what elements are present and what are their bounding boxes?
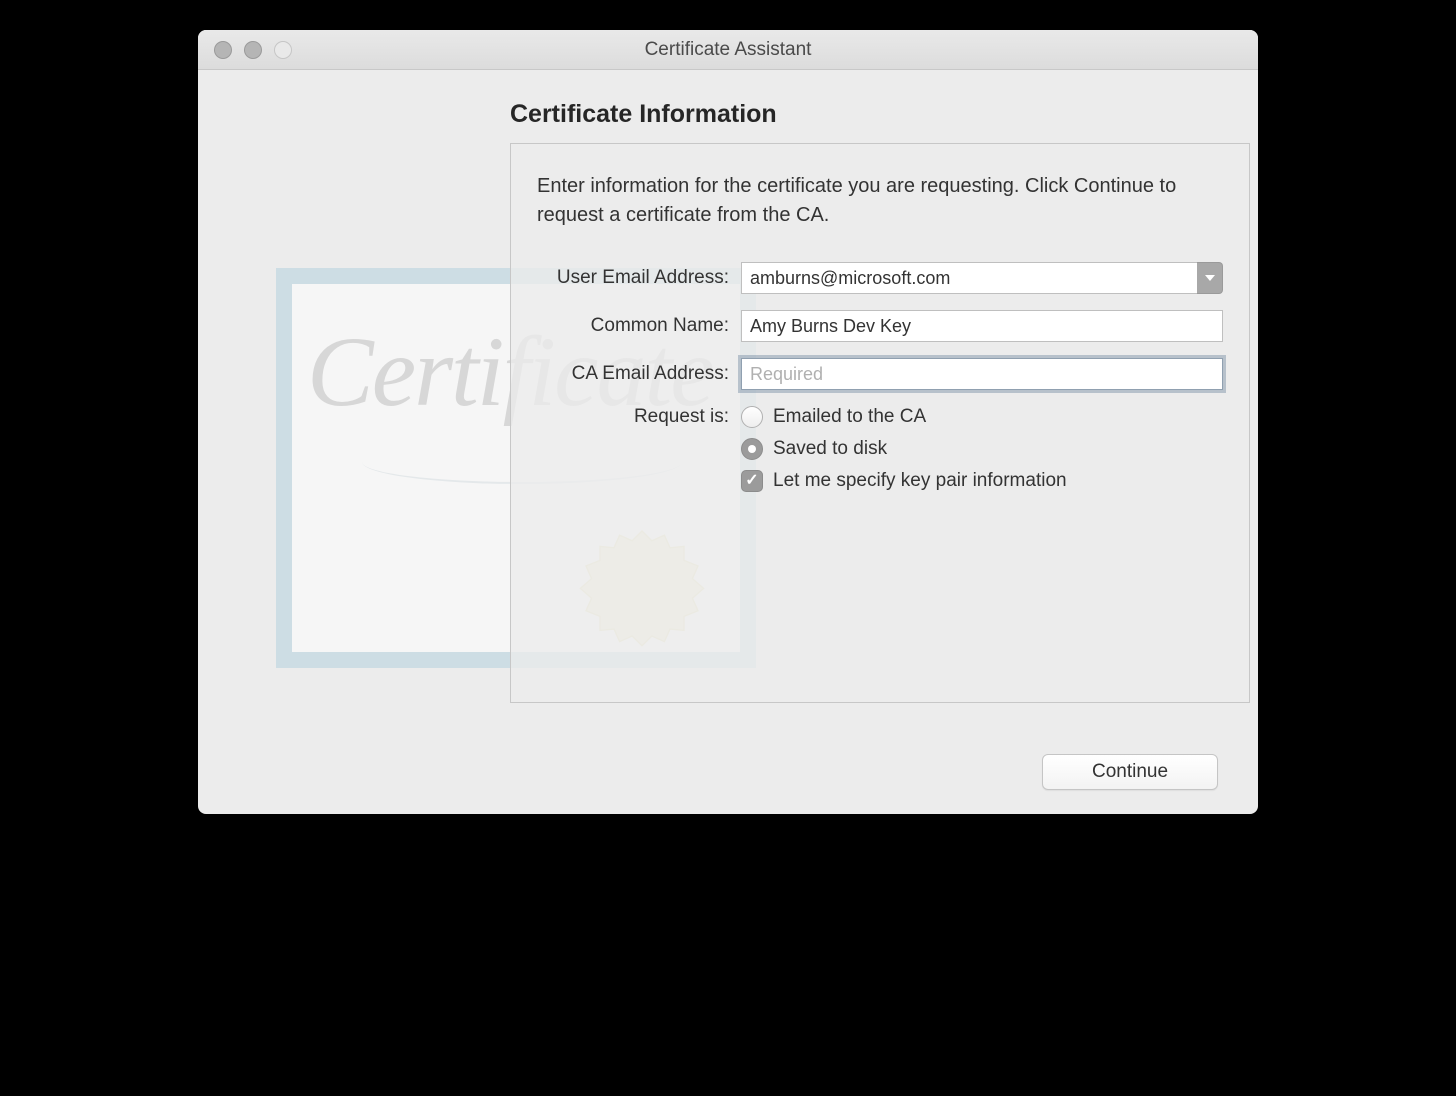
request-row: Request is: Emailed to the CA Saved to d… bbox=[537, 406, 1223, 502]
common-name-input[interactable] bbox=[741, 310, 1223, 342]
common-name-row: Common Name: bbox=[537, 310, 1223, 342]
minimize-window-button[interactable] bbox=[244, 41, 262, 59]
page-heading: Certificate Information bbox=[510, 100, 1250, 129]
window-title: Certificate Assistant bbox=[198, 39, 1258, 61]
option-emailed-label: Emailed to the CA bbox=[773, 406, 926, 428]
check-icon: ✓ bbox=[745, 473, 758, 489]
user-email-dropdown-button[interactable] bbox=[1197, 262, 1223, 294]
user-email-label: User Email Address: bbox=[537, 267, 729, 289]
window-body: Certificate Certificate Information Ente… bbox=[198, 70, 1258, 814]
chevron-down-icon bbox=[1205, 275, 1215, 281]
radio-saved-to-disk[interactable] bbox=[741, 438, 763, 460]
user-email-field-wrap bbox=[741, 262, 1223, 294]
ca-email-row: CA Email Address: bbox=[537, 358, 1223, 390]
continue-button[interactable]: Continue bbox=[1042, 754, 1218, 790]
option-keypair-row: ✓ Let me specify key pair information bbox=[741, 470, 1223, 492]
content-area: Certificate Information Enter informatio… bbox=[510, 100, 1250, 703]
close-window-button[interactable] bbox=[214, 41, 232, 59]
form-panel: Enter information for the certificate yo… bbox=[510, 143, 1250, 703]
instructions-text: Enter information for the certificate yo… bbox=[537, 172, 1223, 230]
titlebar: Certificate Assistant bbox=[198, 30, 1258, 70]
option-saved-row: Saved to disk bbox=[741, 438, 1223, 460]
radio-emailed-to-ca[interactable] bbox=[741, 406, 763, 428]
footer: Continue bbox=[1042, 754, 1218, 790]
ca-email-input[interactable] bbox=[741, 358, 1223, 390]
option-emailed-row: Emailed to the CA bbox=[741, 406, 1223, 428]
option-saved-label: Saved to disk bbox=[773, 438, 887, 460]
checkbox-specify-keypair[interactable]: ✓ bbox=[741, 470, 763, 492]
common-name-label: Common Name: bbox=[537, 315, 729, 337]
user-email-input[interactable] bbox=[741, 262, 1197, 294]
option-keypair-label: Let me specify key pair information bbox=[773, 470, 1067, 492]
maximize-window-button[interactable] bbox=[274, 41, 292, 59]
request-label: Request is: bbox=[537, 406, 729, 428]
traffic-lights bbox=[198, 41, 292, 59]
certificate-assistant-window: Certificate Assistant Certificate Certif… bbox=[198, 30, 1258, 814]
ca-email-label: CA Email Address: bbox=[537, 363, 729, 385]
user-email-row: User Email Address: bbox=[537, 262, 1223, 294]
